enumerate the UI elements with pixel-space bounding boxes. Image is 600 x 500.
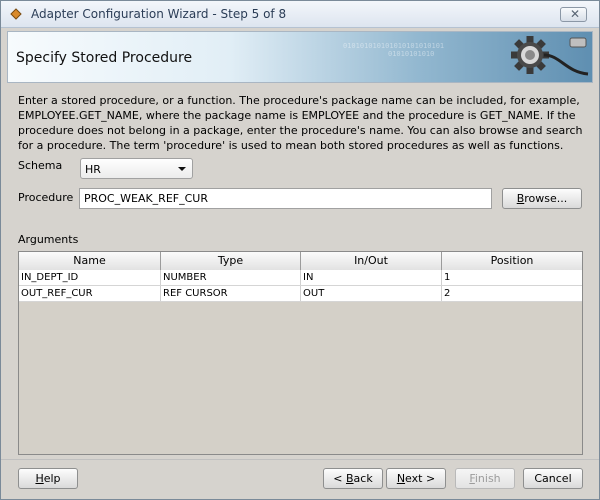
finish-label-rest: inish	[474, 472, 501, 485]
next-mnemonic: N	[396, 472, 406, 485]
table-header: Name Type In/Out Position	[19, 252, 582, 271]
back-label-rest: ack	[353, 472, 373, 485]
column-header-inout[interactable]: In/Out	[301, 252, 442, 270]
cell-position: 1	[444, 272, 451, 283]
finish-button[interactable]: Finish	[455, 468, 515, 489]
next-button[interactable]: Next >	[386, 468, 446, 489]
wizard-window: Adapter Configuration Wizard - Step 5 of…	[0, 0, 600, 500]
wizard-banner: Specify Stored Procedure 010101010101010…	[7, 31, 593, 83]
close-icon: ✕	[570, 7, 581, 21]
binary-line: 01010101010	[388, 50, 435, 58]
back-button[interactable]: < Back	[323, 468, 383, 489]
adapter-icon	[10, 8, 22, 20]
schema-value: HR	[85, 163, 101, 176]
back-prefix: <	[333, 472, 346, 485]
help-button[interactable]: Help	[18, 468, 78, 489]
window-title: Adapter Configuration Wizard - Step 5 of…	[31, 7, 287, 21]
page-title: Specify Stored Procedure	[16, 50, 193, 66]
gear-plug-icon	[511, 36, 589, 76]
cell-name: OUT_REF_CUR	[19, 286, 161, 301]
procedure-label: Procedure	[18, 191, 74, 204]
cell-inout: IN	[301, 270, 442, 285]
help-mnemonic: H	[35, 472, 44, 485]
title-bar: Adapter Configuration Wizard - Step 5 of…	[1, 1, 599, 28]
cell-type: NUMBER	[161, 270, 301, 285]
cell-inout: OUT	[301, 286, 442, 301]
back-mnemonic: B	[346, 472, 354, 485]
column-header-name[interactable]: Name	[19, 252, 161, 270]
table-row[interactable]: OUT_REF_CUR REF CURSOR OUT 2	[19, 286, 582, 302]
arguments-table: Name Type In/Out Position IN_DEPT_ID NUM…	[18, 251, 583, 455]
column-header-type[interactable]: Type	[161, 252, 301, 270]
schema-label: Schema	[18, 159, 63, 172]
table-row[interactable]: IN_DEPT_ID NUMBER IN 1	[19, 270, 582, 286]
schema-select[interactable]: HR	[80, 158, 193, 179]
column-header-position[interactable]: Position	[442, 252, 582, 270]
footer-divider	[1, 459, 599, 460]
help-label-rest: elp	[43, 472, 61, 485]
next-label-rest: ext >	[405, 472, 436, 485]
description-text: Enter a stored procedure, or a function.…	[18, 94, 583, 152]
chevron-down-icon	[178, 167, 186, 171]
binary-line: 010101010101010101010101	[343, 42, 445, 50]
cancel-button[interactable]: Cancel	[523, 468, 583, 489]
cell-name: IN_DEPT_ID	[19, 270, 161, 285]
browse-label-rest: rowse...	[524, 192, 568, 205]
arguments-label: Arguments	[18, 233, 79, 246]
close-button[interactable]: ✕	[560, 7, 587, 22]
cell-type: REF CURSOR	[161, 286, 301, 301]
browse-button[interactable]: Browse...	[502, 188, 582, 209]
binary-decoration: 010101010101010101010101 01010101010	[343, 42, 444, 58]
procedure-input[interactable]	[79, 188, 492, 209]
cell-position: 2	[444, 288, 451, 299]
